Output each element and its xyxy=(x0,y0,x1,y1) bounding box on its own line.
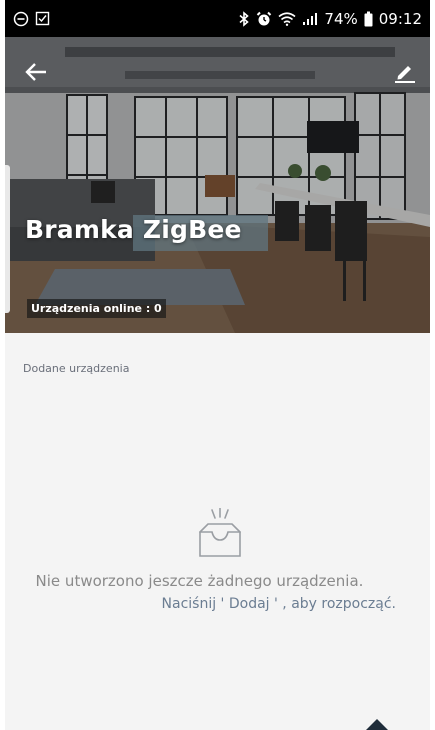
section-heading-devices: Dodane urządzenia xyxy=(23,362,130,375)
pencil-icon xyxy=(395,66,415,83)
wifi-icon xyxy=(278,11,296,26)
room-background-image xyxy=(5,37,430,333)
drawer-edge-handle[interactable] xyxy=(5,165,10,313)
back-button[interactable] xyxy=(19,55,53,89)
chevron-up-icon xyxy=(366,719,388,730)
app-screen: 74% 09:12 Bramka ZigBee Urządzenia onlin… xyxy=(5,0,430,730)
signal-icon xyxy=(302,12,318,26)
bluetooth-icon xyxy=(238,10,250,27)
battery-icon xyxy=(364,11,373,27)
empty-tray-icon xyxy=(188,507,252,568)
alarm-icon xyxy=(256,11,272,27)
online-devices-badge: Urządzenia online : 0 xyxy=(27,299,166,318)
gateway-header: Bramka ZigBee Urządzenia online : 0 xyxy=(5,37,430,333)
back-arrow-icon xyxy=(25,63,46,81)
page-title: Bramka ZigBee xyxy=(25,215,242,244)
do-not-disturb-icon xyxy=(13,11,29,27)
empty-state-message: Nie utworzono jeszcze żadnego urządzenia… xyxy=(35,572,364,590)
status-left xyxy=(13,11,50,27)
checkbox-notification-icon xyxy=(35,11,50,26)
edit-button[interactable] xyxy=(388,55,422,89)
battery-percent: 74% xyxy=(324,9,358,28)
status-right: 74% 09:12 xyxy=(238,10,422,28)
empty-state-hint: Naciśnij ' Dodaj ' , aby rozpocząć. xyxy=(161,596,396,612)
add-device-button[interactable] xyxy=(362,716,392,730)
clock: 09:12 xyxy=(378,9,422,28)
status-bar: 74% 09:12 xyxy=(5,0,430,37)
